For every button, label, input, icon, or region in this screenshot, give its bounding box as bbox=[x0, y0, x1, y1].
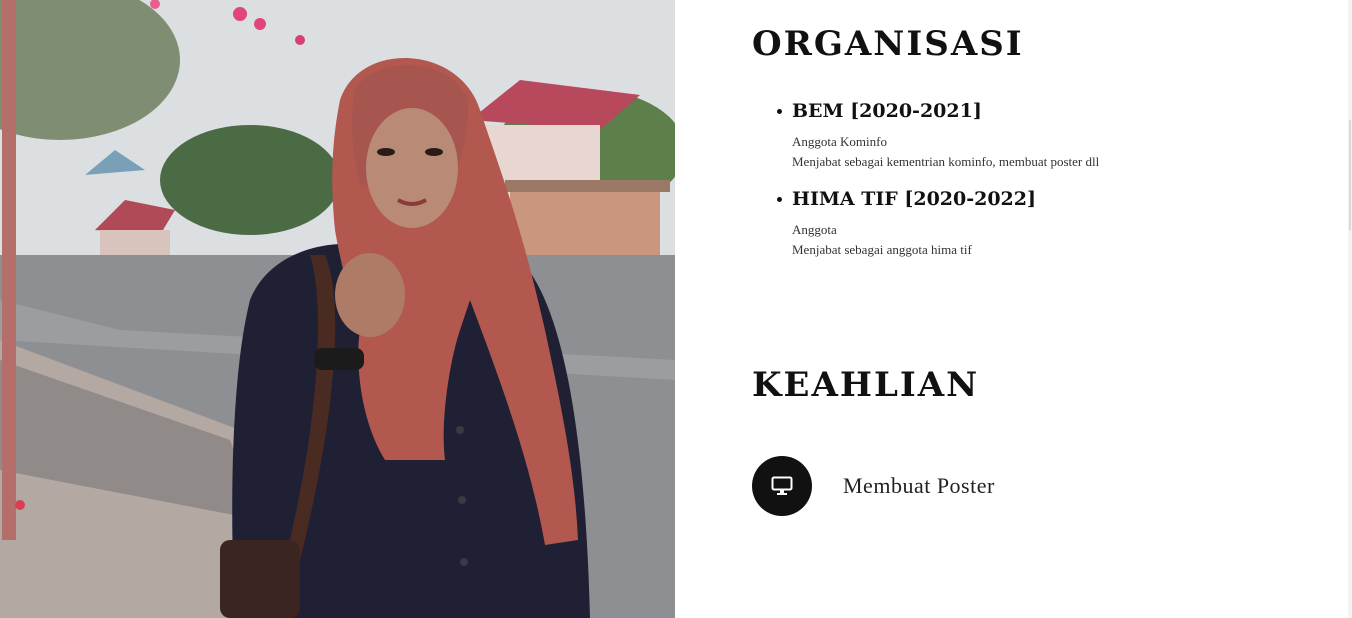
org-name: BEM [2020-2021] bbox=[792, 100, 982, 122]
organisasi-list: BEM [2020-2021] Anggota Kominfo Menjabat… bbox=[752, 98, 1272, 274]
org-role: Anggota Kominfo bbox=[792, 134, 887, 149]
organisasi-title: ORGANISASI bbox=[752, 24, 1024, 64]
list-item: HIMA TIF [2020-2022] Anggota Menjabat se… bbox=[752, 186, 1272, 260]
org-description: Menjabat sebagai kementrian kominfo, mem… bbox=[792, 154, 1100, 169]
skill-item: Membuat Poster bbox=[752, 456, 995, 516]
resume-content: ORGANISASI BEM [2020-2021] Anggota Komin… bbox=[752, 0, 1312, 618]
org-role: Anggota bbox=[792, 222, 837, 237]
list-item: BEM [2020-2021] Anggota Kominfo Menjabat… bbox=[752, 98, 1272, 172]
org-name: HIMA TIF [2020-2022] bbox=[792, 188, 1036, 210]
scrollbar-track[interactable] bbox=[1348, 0, 1352, 618]
skill-icon-badge bbox=[752, 456, 812, 516]
scrollbar-thumb[interactable] bbox=[1349, 120, 1351, 230]
monitor-icon bbox=[771, 476, 793, 495]
org-description: Menjabat sebagai anggota hima tif bbox=[792, 242, 972, 257]
skill-label: Membuat Poster bbox=[843, 473, 995, 498]
profile-photo bbox=[0, 0, 675, 618]
keahlian-title: KEAHLIAN bbox=[752, 365, 980, 405]
